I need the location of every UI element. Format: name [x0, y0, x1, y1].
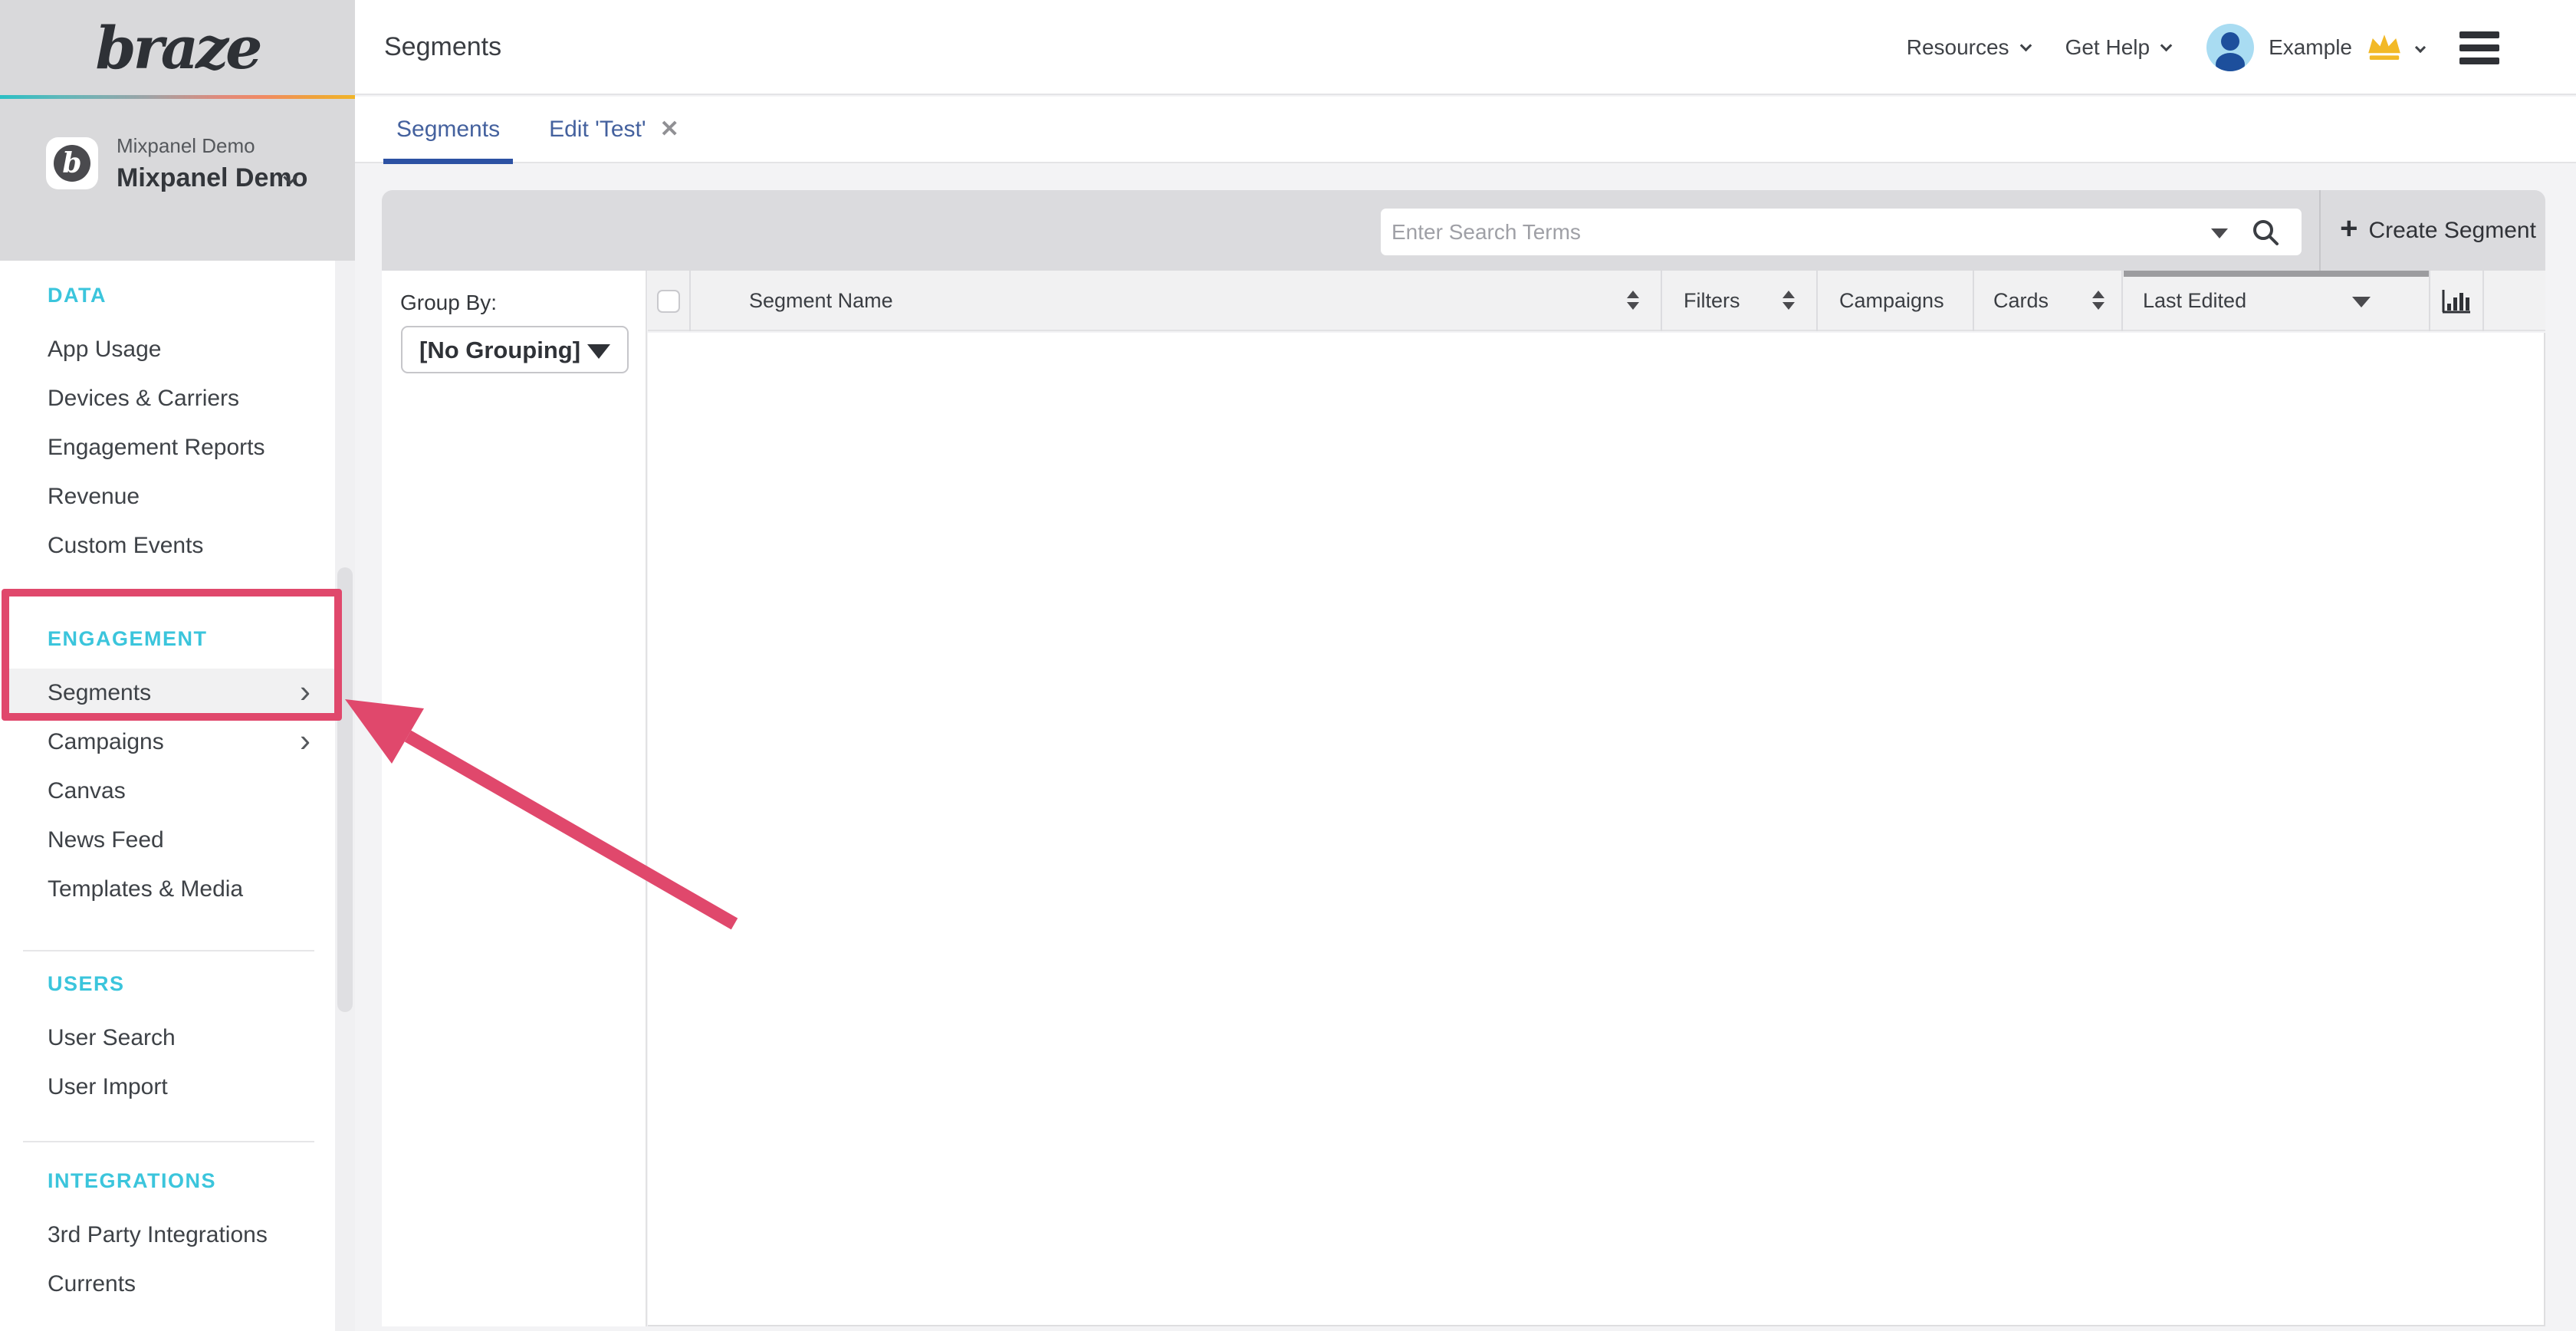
- column-segment-name[interactable]: Segment Name: [689, 271, 1661, 331]
- top-bar: Segments Resources Get Help Example: [355, 0, 2576, 95]
- crown-icon: [2366, 31, 2403, 64]
- group-by-value: [No Grouping]: [419, 337, 580, 364]
- chevron-down-icon: [2415, 42, 2426, 53]
- close-icon[interactable]: ✕: [660, 116, 679, 143]
- column-cards[interactable]: Cards: [1973, 271, 2121, 331]
- sidebar-item-user-search[interactable]: User Search: [0, 1014, 335, 1063]
- tab-bar: Segments Edit 'Test' ✕: [355, 97, 2576, 163]
- avatar: [2206, 23, 2255, 72]
- sidebar-section-engagement: ENGAGEMENT Segments › Campaigns › Canvas…: [0, 617, 335, 914]
- search-input[interactable]: [1392, 209, 2189, 255]
- column-filters[interactable]: Filters: [1661, 271, 1816, 331]
- sidebar-item-currents[interactable]: Currents: [0, 1260, 335, 1309]
- group-by-label: Group By:: [400, 291, 497, 315]
- sidebar-item-3rd-party-integrations[interactable]: 3rd Party Integrations: [0, 1211, 335, 1260]
- search-dropdown-caret-icon[interactable]: [2211, 228, 2228, 238]
- bar-chart-icon[interactable]: [2441, 287, 2472, 316]
- sidebar-item-app-usage[interactable]: App Usage: [0, 325, 335, 374]
- create-segment-button[interactable]: + Create Segment: [2331, 190, 2545, 271]
- sidebar-section-title: ENGAGEMENT: [0, 617, 335, 660]
- sidebar-item-canvas[interactable]: Canvas: [0, 767, 335, 816]
- workspace-label: Mixpanel Demo: [117, 134, 255, 158]
- dropdown-caret-icon: [587, 344, 610, 359]
- resources-menu[interactable]: Resources: [1907, 35, 2030, 60]
- sidebar-section-title: DATA: [0, 274, 335, 317]
- analytics-cell: [2429, 271, 2482, 331]
- left-rail: braze b Mixpanel Demo Mixpanel Demo DATA…: [0, 0, 355, 1331]
- hamburger-menu-icon[interactable]: [2459, 31, 2499, 64]
- sidebar-item-campaigns[interactable]: Campaigns ›: [0, 718, 335, 767]
- sidebar-nav: DATA App Usage Devices & Carriers Engage…: [0, 261, 335, 1331]
- workspace-initial-icon: b: [54, 145, 90, 182]
- column-last-edited[interactable]: Last Edited: [2121, 271, 2429, 331]
- spacer-cell: [2482, 271, 2545, 331]
- page-title: Segments: [384, 32, 501, 62]
- chevron-right-icon: ›: [300, 669, 310, 715]
- segments-toolbar: Include archived segments + Create Segme…: [382, 190, 2545, 271]
- group-by-panel: Group By: [No Grouping]: [382, 271, 647, 1326]
- user-menu[interactable]: Example: [2206, 23, 2424, 72]
- sidebar-item-news-feed[interactable]: News Feed: [0, 816, 335, 865]
- workspace-name: Mixpanel Demo: [117, 163, 307, 193]
- braze-logo: braze: [96, 14, 260, 82]
- sorted-column-indicator: [2124, 271, 2430, 277]
- workspace-icon: b: [46, 137, 98, 189]
- sidebar-scrollbar[interactable]: [335, 261, 355, 1331]
- select-all-cell: [648, 271, 689, 331]
- select-all-checkbox[interactable]: [657, 290, 680, 313]
- sidebar-section-title: INTEGRATIONS: [0, 1159, 335, 1202]
- tab-segments[interactable]: Segments: [383, 96, 513, 163]
- toolbar-divider: [2319, 190, 2321, 271]
- tab-edit-test[interactable]: Edit 'Test' ✕: [536, 96, 692, 163]
- sidebar-item-user-import[interactable]: User Import: [0, 1063, 335, 1112]
- sidebar-divider: [23, 950, 314, 951]
- sidebar-section-users: USERS User Search User Import: [0, 962, 335, 1112]
- chevron-down-icon: [2019, 39, 2032, 51]
- segments-table-header: Segment Name Filters Campaigns Cards Las…: [648, 271, 2545, 331]
- segments-table-body: [648, 333, 2545, 1326]
- sort-icon[interactable]: [1783, 291, 1795, 310]
- sort-icon[interactable]: [1627, 291, 1639, 310]
- chevron-right-icon: ›: [300, 718, 310, 764]
- sidebar-section-title: USERS: [0, 962, 335, 1005]
- group-by-select[interactable]: [No Grouping]: [401, 326, 629, 373]
- get-help-menu[interactable]: Get Help: [2065, 35, 2171, 60]
- sort-desc-icon[interactable]: [2352, 297, 2371, 307]
- logo-block: braze: [0, 0, 355, 95]
- sidebar-item-segments[interactable]: Segments ›: [6, 669, 335, 718]
- sidebar-divider: [23, 1141, 314, 1142]
- sidebar-item-devices-carriers[interactable]: Devices & Carriers: [0, 374, 335, 423]
- scrollbar-thumb[interactable]: [337, 567, 353, 1012]
- user-name: Example: [2269, 35, 2352, 60]
- search-icon[interactable]: [2251, 218, 2280, 247]
- workspace-switcher[interactable]: b Mixpanel Demo Mixpanel Demo: [0, 99, 355, 261]
- plus-icon: +: [2340, 212, 2358, 246]
- chevron-down-icon: [2160, 39, 2173, 51]
- sidebar-section-integrations: INTEGRATIONS 3rd Party Integrations Curr…: [0, 1159, 335, 1309]
- sort-icon[interactable]: [2092, 291, 2104, 310]
- search-box: [1381, 209, 2302, 255]
- top-nav: Resources Get Help Example: [1907, 0, 2499, 95]
- sidebar-item-templates-media[interactable]: Templates & Media: [0, 865, 335, 914]
- sidebar-item-revenue[interactable]: Revenue: [0, 472, 335, 521]
- sidebar-section-data: DATA App Usage Devices & Carriers Engage…: [0, 274, 335, 570]
- column-campaigns[interactable]: Campaigns: [1816, 271, 1973, 331]
- sidebar-item-engagement-reports[interactable]: Engagement Reports: [0, 423, 335, 472]
- sidebar-item-custom-events[interactable]: Custom Events: [0, 521, 335, 570]
